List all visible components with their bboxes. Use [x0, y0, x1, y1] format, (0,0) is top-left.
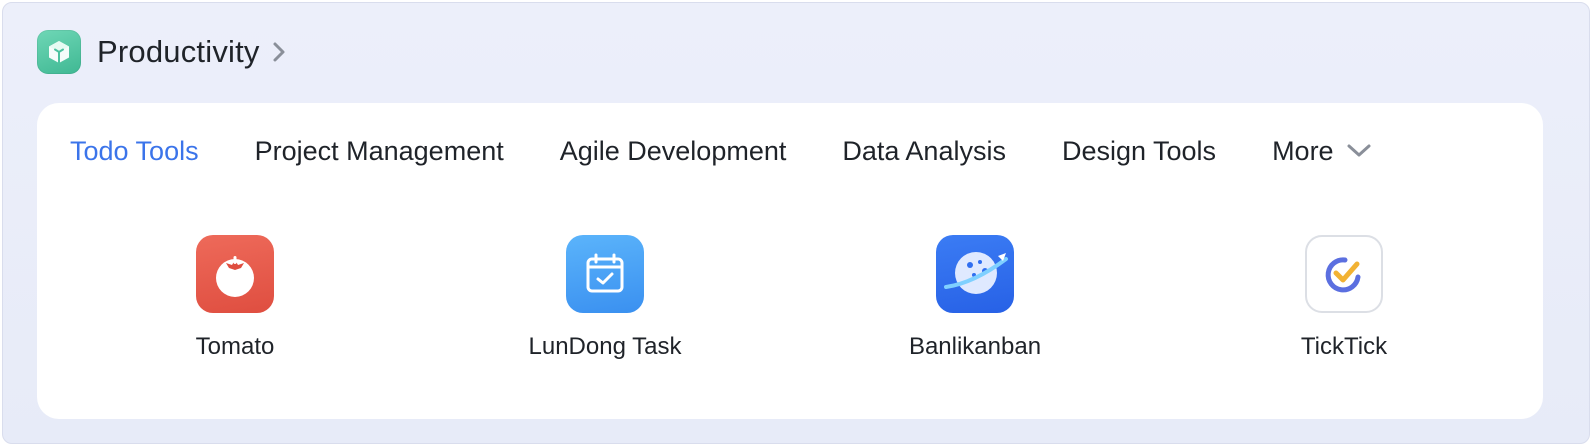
tab-todo-tools[interactable]: Todo Tools [70, 136, 199, 167]
green-cube-app-icon [37, 30, 81, 74]
productivity-panel: Productivity Todo Tools Project Manageme… [2, 2, 1590, 444]
tab-project-management[interactable]: Project Management [255, 136, 504, 167]
tab-agile-development[interactable]: Agile Development [560, 136, 787, 167]
category-card: Todo Tools Project Management Agile Deve… [37, 103, 1543, 419]
page-title: Productivity [97, 34, 260, 69]
calendar-check-icon [566, 235, 644, 313]
app-name: LunDong Task [528, 333, 682, 360]
app-name: Tomato [195, 333, 275, 360]
tomato-icon [196, 235, 274, 313]
app-item-ticktick[interactable]: TickTick [1214, 235, 1474, 361]
tab-design-tools[interactable]: Design Tools [1062, 136, 1216, 167]
app-name: Banlikanban [908, 333, 1042, 360]
tab-bar: Todo Tools Project Management Agile Deve… [70, 133, 1372, 169]
chevron-down-icon [1346, 143, 1372, 159]
app-item-banlikanban[interactable]: Banlikanban [845, 235, 1105, 361]
more-label: More [1272, 135, 1334, 166]
category-header[interactable]: Productivity [37, 29, 288, 75]
tab-data-analysis[interactable]: Data Analysis [842, 136, 1006, 167]
app-item-lundong-task[interactable]: LunDong Task [475, 235, 735, 361]
chevron-right-icon[interactable] [272, 40, 288, 64]
planet-icon [936, 235, 1014, 313]
app-item-tomato[interactable]: Tomato [105, 235, 365, 361]
more-dropdown[interactable]: More [1272, 136, 1372, 167]
ticktick-check-icon [1305, 235, 1383, 313]
app-name: TickTick [1300, 333, 1388, 360]
